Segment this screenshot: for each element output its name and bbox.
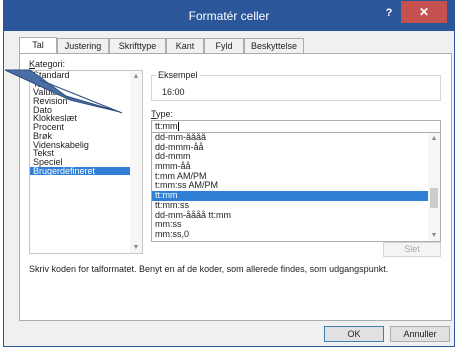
category-item-selected[interactable]: Brugerdefineret	[30, 166, 142, 176]
close-button[interactable]: ✕	[401, 1, 447, 23]
type-label: Type:	[151, 109, 174, 119]
format-item[interactable]: mm:ss	[152, 219, 440, 230]
format-list[interactable]: dd-mm-åååå dd-mmm-åå dd-mmm mmm-åå t:mm …	[151, 133, 441, 242]
tab-border[interactable]: Kant	[166, 38, 204, 53]
format-item[interactable]: t:mm:ss AM/PM	[152, 181, 440, 191]
text-caret	[177, 122, 179, 132]
format-scrollbar[interactable]: ▲ ▼	[428, 133, 440, 241]
scroll-thumb[interactable]	[430, 188, 438, 208]
delete-button[interactable]: Slet	[383, 242, 441, 257]
type-input[interactable]: tt:mm	[151, 120, 441, 133]
tab-fill[interactable]: Fyld	[204, 38, 244, 53]
tab-protection[interactable]: Beskyttelse	[244, 38, 304, 53]
scroll-up-icon[interactable]: ▲	[428, 135, 440, 142]
format-item[interactable]: dd-mmm	[152, 152, 440, 162]
callout-arrow-icon	[4, 69, 123, 114]
example-legend: Eksempel	[156, 70, 200, 80]
scroll-down-icon[interactable]: ▼	[428, 232, 440, 239]
ok-button[interactable]: OK	[324, 326, 384, 342]
format-item[interactable]: mm:ss,0	[152, 229, 440, 240]
category-scrollbar[interactable]: ▲ ▼	[130, 71, 142, 253]
help-button[interactable]: ?	[382, 7, 396, 19]
format-item[interactable]: dd-mmm-åå	[152, 142, 440, 153]
format-item-selected[interactable]: tt:mm	[152, 190, 440, 201]
scroll-down-icon[interactable]: ▼	[130, 244, 142, 251]
example-value: 16:00	[162, 87, 185, 97]
format-item[interactable]: dd-mm-åååå tt:mm	[152, 210, 440, 221]
example-group: Eksempel 16:00	[151, 70, 441, 101]
cancel-button[interactable]: Annuller	[390, 326, 450, 342]
scroll-up-icon[interactable]: ▲	[130, 73, 142, 80]
format-description: Skriv koden for talformatet. Benyt en af…	[29, 264, 389, 274]
